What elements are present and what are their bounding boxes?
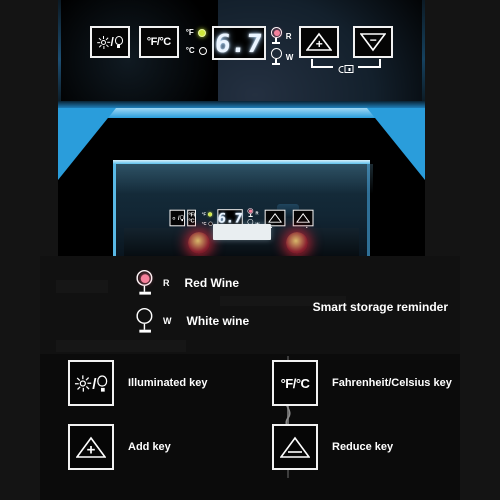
red-wine-indicator: R [270,27,294,45]
legend-illuminated-key-button[interactable]: / [68,360,114,406]
legend-white-wine-label: White wine [186,314,250,328]
temperature-display: 6.7 [211,26,266,60]
cabinet-glass-shine [116,164,373,194]
white-wine-indicator: W [270,48,294,66]
legend-ghost-3 [56,340,186,352]
adjust-key-group: + − [299,26,394,73]
white-wine-glass-icon [270,48,283,66]
mini-unit-group: °F °C [201,210,213,226]
smart-storage-note: Smart storage reminder [312,300,448,314]
product-photo: / °F/°C °F °C 6.7 R W [58,108,425,256]
lock-icon [338,65,354,73]
mini-temperature-value: 6.7 [217,210,244,226]
legend-ghost-1 [56,280,108,293]
illuminated-key-button[interactable]: / [89,26,130,58]
legend-illuminated-key-row: / Illuminated key [68,360,207,406]
control-panel-hero: / °F/°C °F °C 6.7 R W + − [58,0,425,108]
fahrenheit-label: °F [185,28,194,37]
wine-bottle-cap-right [286,232,308,254]
legend-plus-sign: + [86,441,96,459]
legend-add-key-row: + Add key [68,424,171,470]
shelf-label-card [212,224,271,240]
legend-white-wine-glass-icon [135,307,154,334]
legend-fc-key-row: °F/°C Fahrenheit/Celsius key [272,360,452,406]
legend-illuminated-key-label: Illuminated key [128,377,208,389]
sun-icon [96,35,110,49]
plus-sign: + [315,37,323,52]
mini-c-label: °C [201,220,207,226]
red-wine-glass-icon [270,27,283,45]
mini-red-glass-icon [247,208,254,217]
mini-light-bulb-icon: / [171,214,185,222]
white-wine-code: W [285,52,294,62]
wine-bottle-cap-left [188,232,210,254]
panel-bottom-glow [58,101,425,108]
mini-sun-icon [171,215,178,222]
minus-sign: − [369,32,377,47]
mini-adjust-group [264,209,314,235]
reduce-key-button[interactable]: − [353,26,394,58]
celsius-indicator: °C [186,47,207,55]
legend-reduce-key-label: Reduce key [332,441,394,453]
mini-f-label: °F [201,211,207,217]
mini-illuminated-key[interactable]: / [169,209,186,227]
legend-red-wine-label: Red Wine [184,276,240,290]
celsius-led [198,47,207,55]
mini-triangle-down-icon [296,213,310,223]
legend-red-wine-glass-icon [135,269,154,296]
temperature-value: 6.7 [213,28,264,58]
bulb-icon [114,35,123,49]
legend-white-wine-code: W [163,316,172,326]
legend-light-bulb-icon: / [74,374,108,392]
mini-fc-key[interactable]: °F/°C [187,209,197,227]
legend-reduce-key-row: Reduce key [272,424,393,470]
legend-section: R Red Wine W White wine Smart storage re… [40,256,460,500]
legend-fc-key-button[interactable]: °F/°C [272,360,318,406]
mini-f-led [208,212,213,217]
legend-fc-glyph: °F/°C [280,375,310,391]
legend-add-key-label: Add key [128,441,171,453]
product-infographic: / °F/°C °F °C 6.7 R W + − / °F/°C °F °C … [0,0,500,500]
legend-sun-icon [74,374,92,392]
perspective-panel-right [367,108,425,256]
legend-red-wine-code: R [163,278,170,288]
fahrenheit-indicator: °F [186,29,207,37]
control-panel-row: / °F/°C °F °C 6.7 R W + − [58,26,425,86]
fc-key-label: °F/°C [146,36,172,48]
mini-red-code: R [255,210,259,216]
legend-red-wine-row: R Red Wine [135,269,240,295]
legend-add-key-button[interactable]: + [68,424,114,470]
fahrenheit-led [197,29,206,37]
fahrenheit-celsius-key-button[interactable]: °F/°C [138,26,179,58]
slash-separator: / [110,35,114,49]
celsius-label: °C [185,46,195,55]
add-key-button[interactable]: + [299,26,340,58]
light-bulb-icon: / [96,35,123,49]
legend-white-wine-row: W White wine [135,307,250,333]
red-wine-code: R [285,31,292,41]
mini-reduce-key[interactable] [292,209,314,227]
lock-connector [298,59,394,76]
legend-triangle-reduce-icon [280,436,310,458]
legend-fc-key-label: Fahrenheit/Celsius key [332,377,452,389]
mini-fc-label: °F/°C [188,211,196,225]
legend-bulb-icon [97,374,108,391]
legend-reduce-key-button[interactable] [272,424,318,470]
mini-triangle-up-icon [268,213,282,223]
mini-bulb-icon [180,214,185,222]
wine-indicator-group: R W [270,26,294,66]
perspective-panel-left [58,108,116,256]
unit-indicator-group: °F °C [186,26,207,55]
